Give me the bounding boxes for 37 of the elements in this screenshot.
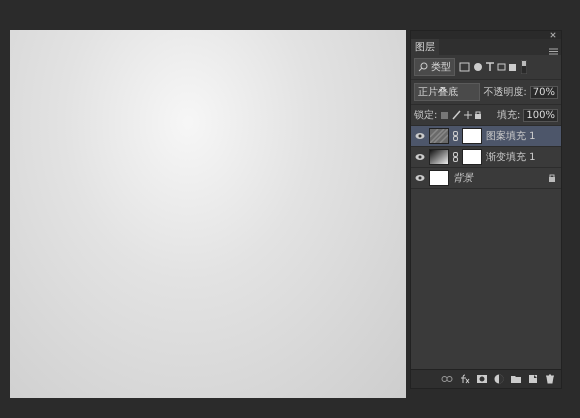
eye-icon[interactable]	[415, 131, 425, 141]
blend-mode-dropdown[interactable]: 正片叠底	[414, 83, 480, 101]
pattern-thumbnail	[429, 128, 449, 144]
close-icon[interactable]	[549, 32, 557, 38]
opacity-field[interactable]: 70%	[530, 86, 558, 98]
mask-icon[interactable]	[477, 374, 487, 384]
eye-icon[interactable]	[415, 173, 425, 183]
effects-icon[interactable]	[460, 374, 470, 384]
gradient-thumbnail	[429, 149, 449, 165]
filter-icons-drawing[interactable]	[458, 62, 518, 72]
new-layer-icon[interactable]	[528, 374, 538, 384]
menu-icon[interactable]	[549, 48, 558, 55]
search-icon	[418, 62, 428, 72]
folder-icon[interactable]	[511, 374, 521, 384]
adjustment-icon[interactable]	[494, 374, 504, 384]
fill-label: 填充:	[497, 108, 520, 122]
eye-icon[interactable]	[415, 152, 425, 162]
layer-row[interactable]: 背景	[411, 168, 561, 189]
lock-label: 锁定:	[414, 108, 438, 122]
opacity-label: 不透明度:	[483, 86, 527, 99]
lock-icons-drawing[interactable]	[440, 110, 482, 120]
layer-row[interactable]: 渐变填充 1	[411, 147, 561, 168]
layer-name: 图案填充 1	[486, 130, 537, 143]
layer-row[interactable]: 图案填充 1	[411, 126, 561, 147]
trash-icon[interactable]	[545, 374, 555, 384]
fill-field[interactable]: 100%	[523, 108, 558, 122]
link-icon[interactable]	[441, 374, 453, 384]
filter-toggle-switch[interactable]	[521, 60, 527, 74]
mask-thumbnail[interactable]	[462, 128, 482, 144]
layer-name: 背景	[453, 172, 475, 185]
chain-icon[interactable]	[453, 152, 458, 162]
chain-icon[interactable]	[453, 131, 458, 141]
filter-dropdown[interactable]: 类型	[414, 58, 455, 76]
mask-thumbnail[interactable]	[462, 149, 482, 165]
panel-tab[interactable]: 图层	[411, 39, 439, 55]
layer-name: 渐变填充 1	[486, 150, 537, 164]
layer-thumbnail	[429, 170, 449, 186]
